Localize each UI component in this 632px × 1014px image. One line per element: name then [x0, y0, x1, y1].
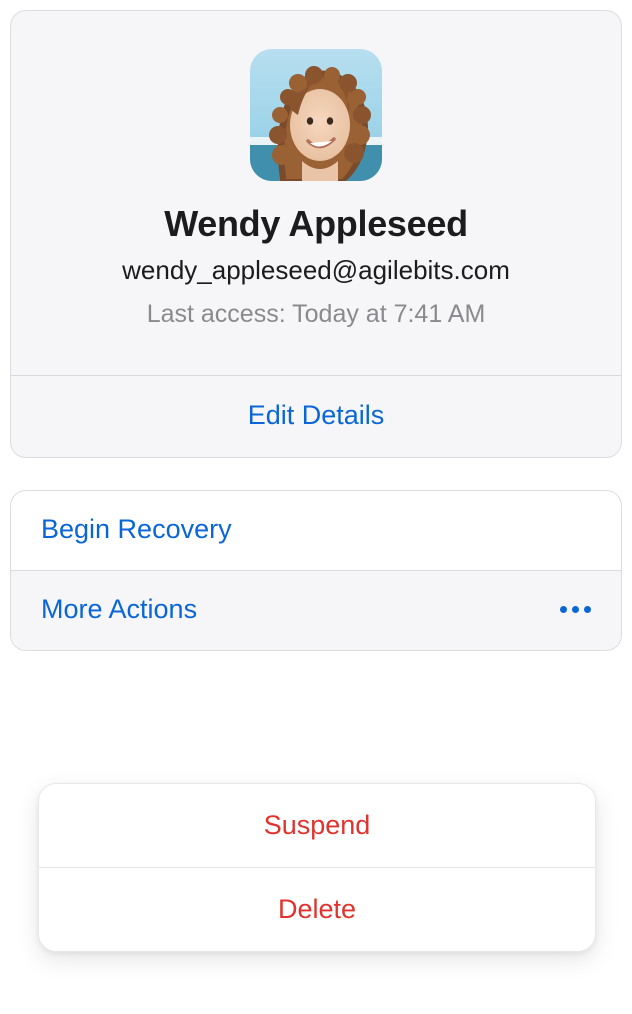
- edit-details-button[interactable]: Edit Details: [11, 375, 621, 457]
- begin-recovery-button[interactable]: Begin Recovery: [11, 491, 621, 570]
- actions-card: Begin Recovery More Actions: [10, 490, 622, 651]
- more-actions-menu: Suspend Delete: [38, 783, 596, 952]
- suspend-button[interactable]: Suspend: [39, 784, 595, 867]
- edit-details-label: Edit Details: [248, 400, 385, 430]
- more-actions-button[interactable]: More Actions: [11, 570, 621, 650]
- profile-header: Wendy Appleseed wendy_appleseed@agilebit…: [11, 11, 621, 375]
- more-actions-label: More Actions: [41, 594, 197, 625]
- user-email: wendy_appleseed@agilebits.com: [41, 255, 591, 286]
- last-access-text: Last access: Today at 7:41 AM: [41, 300, 591, 329]
- delete-button[interactable]: Delete: [39, 867, 595, 951]
- delete-label: Delete: [278, 894, 356, 924]
- begin-recovery-label: Begin Recovery: [41, 514, 232, 545]
- suspend-label: Suspend: [264, 810, 371, 840]
- user-name: Wendy Appleseed: [41, 203, 591, 245]
- ellipsis-icon: [560, 606, 591, 613]
- avatar: [250, 49, 382, 181]
- profile-card: Wendy Appleseed wendy_appleseed@agilebit…: [10, 10, 622, 458]
